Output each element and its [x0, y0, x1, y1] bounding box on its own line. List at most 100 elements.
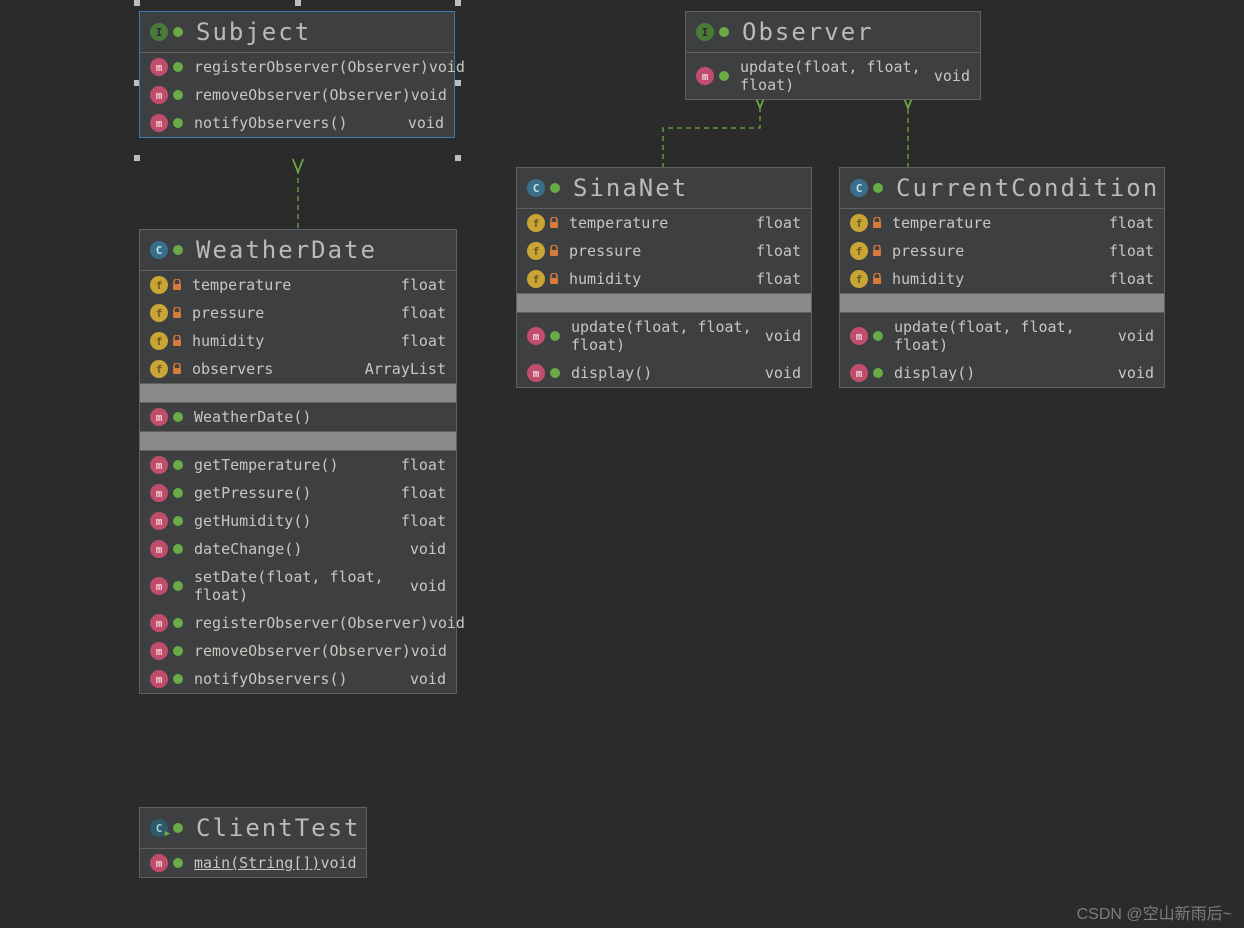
private-icon: [872, 245, 882, 257]
public-icon: [872, 182, 884, 194]
private-icon: [872, 217, 882, 229]
member-signature: humidity: [569, 270, 756, 288]
class-box-clienttest[interactable]: C▶ ClientTest mmain(String[])void: [139, 807, 367, 878]
member-return-type: float: [401, 332, 446, 350]
public-icon: [549, 182, 561, 194]
method-icon: m: [150, 484, 168, 502]
public-icon: [172, 26, 184, 38]
member-signature: WeatherDate(): [194, 408, 446, 426]
interface-icon: I: [696, 23, 714, 41]
class-box-sinanet[interactable]: C SinaNet ftemperaturefloat f pressurefloa…: [516, 167, 812, 388]
member-return-type: float: [401, 512, 446, 530]
member-return-type: void: [765, 327, 801, 345]
member-return-type: void: [765, 364, 801, 382]
member-return-type: void: [934, 67, 970, 85]
private-icon: [172, 335, 182, 347]
member-return-type: float: [401, 304, 446, 322]
field-icon: f: [150, 360, 168, 378]
member-row: mdisplay()void: [517, 359, 811, 387]
public-icon: [172, 89, 184, 101]
public-icon: [872, 367, 884, 379]
method-icon: m: [150, 114, 168, 132]
method-icon: m: [850, 364, 868, 382]
member-row: mnotifyObservers()void: [140, 109, 454, 137]
public-icon: [172, 61, 184, 73]
class-box-subject[interactable]: I Subject mregisterObserver(Observer)voi…: [139, 11, 455, 138]
member-row: ftemperaturefloat: [517, 209, 811, 237]
method-icon: m: [150, 670, 168, 688]
member-return-type: void: [410, 577, 446, 595]
public-icon: [172, 673, 184, 685]
member-row: fobserversArrayList: [140, 355, 456, 383]
class-box-observer[interactable]: I Observer mupdate(float, float, float)v…: [685, 11, 981, 100]
class-name: CurrentCondition: [896, 174, 1159, 202]
member-signature: removeObserver(Observer): [194, 86, 411, 104]
member-row: m WeatherDate(): [140, 403, 456, 431]
member-return-type: void: [411, 642, 447, 660]
section-separator: [140, 383, 456, 403]
member-return-type: float: [1109, 242, 1154, 260]
member-row: mupdate(float, float, float)void: [686, 53, 980, 99]
class-box-currentcondition[interactable]: C CurrentCondition ftemperaturefloatfpre…: [839, 167, 1165, 388]
member-return-type: float: [756, 270, 801, 288]
method-icon: m: [150, 512, 168, 530]
member-row: m notifyObservers()void: [140, 665, 456, 693]
class-icon: C: [527, 179, 545, 197]
member-signature: setDate(float, float, float): [194, 568, 410, 604]
private-icon: [549, 217, 559, 229]
class-header: C WeatherDate: [140, 230, 456, 271]
public-icon: [718, 70, 730, 82]
private-icon: [872, 273, 882, 285]
runnable-class-icon: C▶: [150, 819, 168, 837]
class-name: SinaNet: [573, 174, 688, 202]
member-row: mregisterObserver(Observer)void: [140, 53, 454, 81]
member-signature: removeObserver(Observer): [194, 642, 411, 660]
method-icon: m: [150, 58, 168, 76]
member-return-type: void: [411, 86, 447, 104]
public-icon: [549, 330, 561, 342]
method-icon: m: [150, 614, 168, 632]
member-row: mremoveObserver(Observer)void: [140, 637, 456, 665]
class-box-weatherdate[interactable]: C WeatherDate ftemperaturefloatfpressure…: [139, 229, 457, 694]
member-return-type: void: [410, 540, 446, 558]
field-icon: f: [527, 242, 545, 260]
class-header: C▶ ClientTest: [140, 808, 366, 849]
member-signature: dateChange(): [194, 540, 410, 558]
method-icon: m: [150, 854, 168, 872]
public-icon: [172, 487, 184, 499]
member-signature: temperature: [892, 214, 1109, 232]
member-signature: getTemperature(): [194, 456, 401, 474]
public-icon: [172, 617, 184, 629]
section-separator: [140, 431, 456, 451]
public-icon: [872, 330, 884, 342]
public-icon: [172, 580, 184, 592]
member-row: mgetHumidity()float: [140, 507, 456, 535]
method-icon: m: [150, 408, 168, 426]
member-signature: main(String[]): [194, 854, 320, 872]
member-signature: notifyObservers(): [194, 670, 410, 688]
member-signature: humidity: [892, 270, 1109, 288]
member-return-type: ArrayList: [365, 360, 446, 378]
member-return-type: float: [756, 214, 801, 232]
private-icon: [172, 307, 182, 319]
member-return-type: float: [401, 484, 446, 502]
public-icon: [718, 26, 730, 38]
member-signature: pressure: [192, 304, 401, 322]
field-icon: f: [850, 242, 868, 260]
private-icon: [172, 363, 182, 375]
method-icon: m: [150, 577, 168, 595]
method-icon: m: [527, 327, 545, 345]
member-signature: temperature: [569, 214, 756, 232]
member-return-type: void: [429, 58, 465, 76]
member-return-type: void: [410, 670, 446, 688]
member-row: fhumidityfloat: [517, 265, 811, 293]
member-row: mupdate(float, float, float)void: [840, 313, 1164, 359]
method-icon: m: [696, 67, 714, 85]
member-signature: pressure: [569, 242, 756, 260]
member-return-type: void: [1118, 327, 1154, 345]
public-icon: [172, 515, 184, 527]
member-return-type: float: [1109, 214, 1154, 232]
public-icon: [549, 367, 561, 379]
method-icon: m: [150, 540, 168, 558]
public-icon: [172, 645, 184, 657]
